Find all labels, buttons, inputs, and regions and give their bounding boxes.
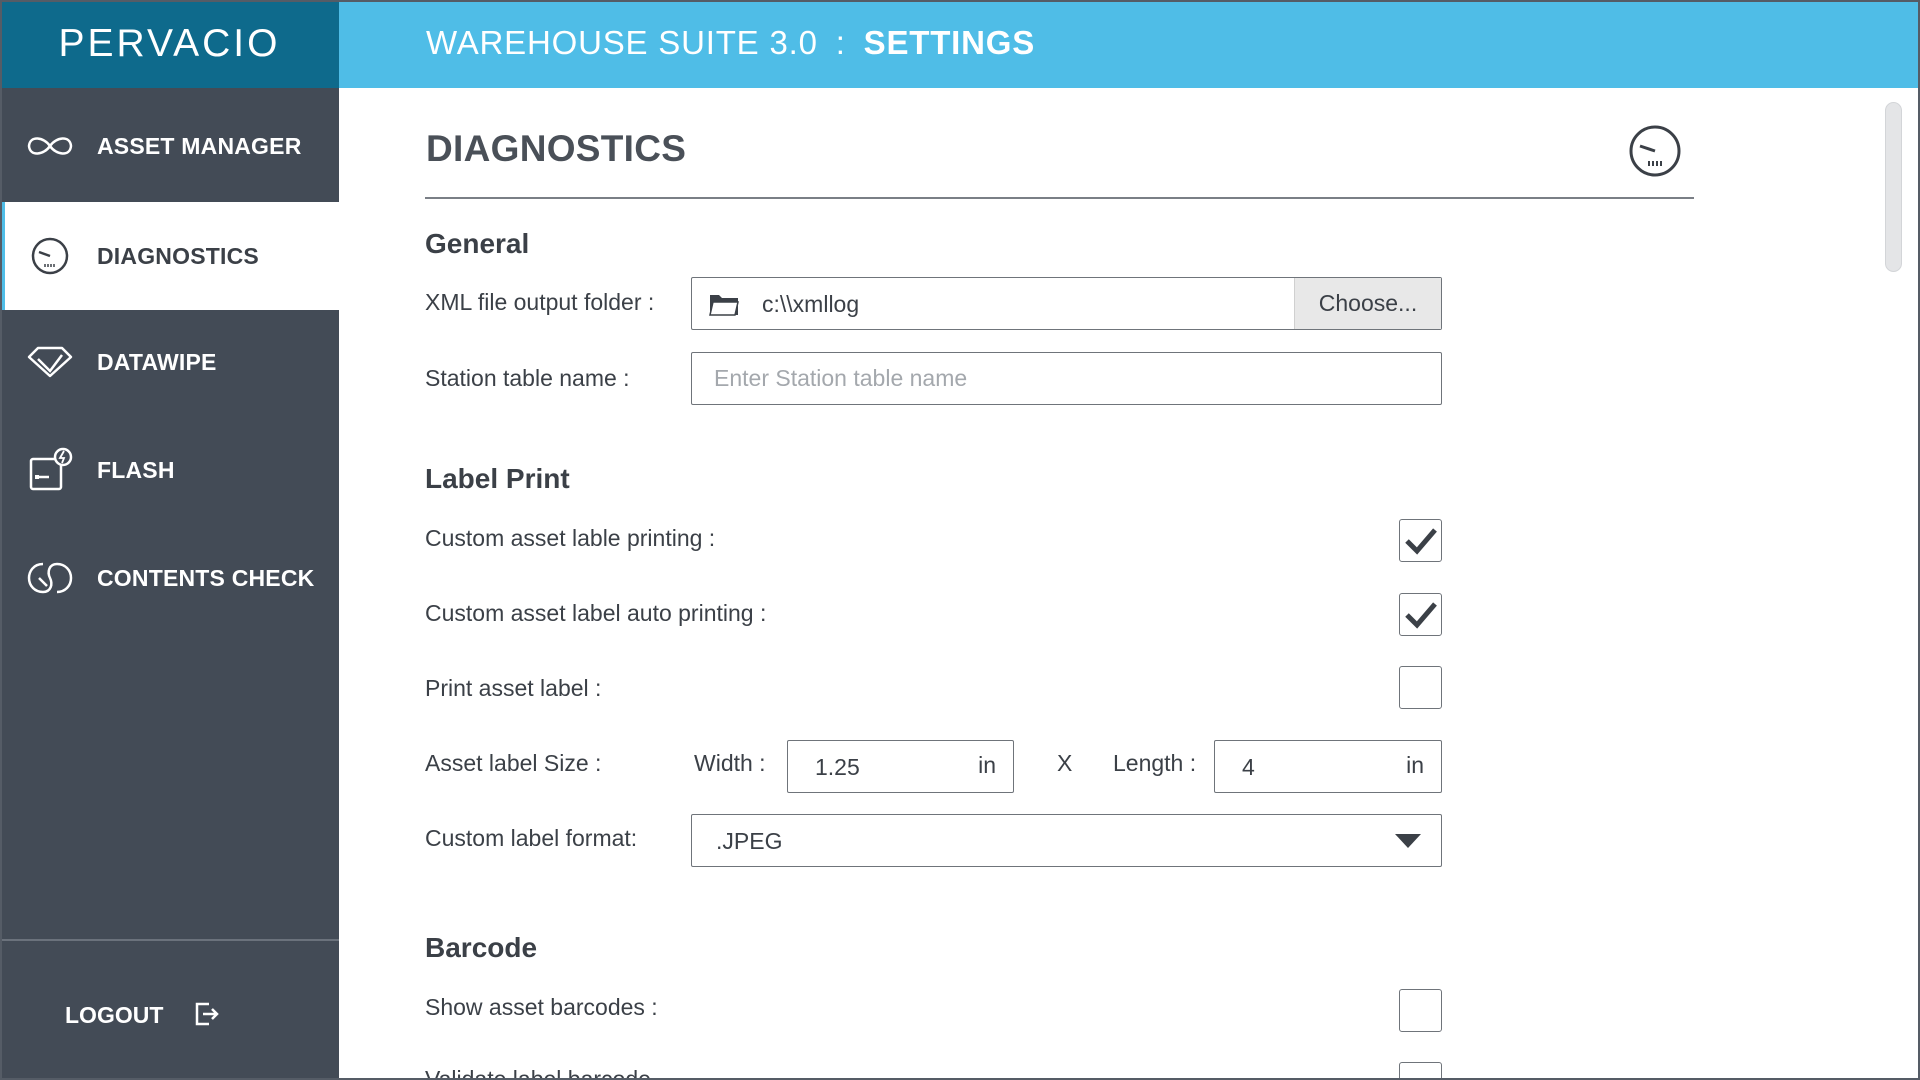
print-asset-checkbox[interactable] <box>1399 666 1442 709</box>
header-section: SETTINGS <box>863 24 1036 61</box>
show-barcodes-label: Show asset barcodes : <box>425 994 658 1020</box>
sidebar-item-label: FLASH <box>97 456 175 483</box>
section-general-heading: General <box>425 228 530 259</box>
asset-label-size-label: Asset label Size : <box>425 750 602 776</box>
sidebar-divider <box>0 939 339 941</box>
sidebar-item-flash[interactable]: FLASH <box>0 416 339 524</box>
sidebar-item-label: CONTENTS CHECK <box>97 564 315 591</box>
xml-folder-field[interactable]: c:\\xmllog Choose... <box>691 277 1442 330</box>
sidebar-item-contents-check[interactable]: CONTENTS CHECK <box>0 524 339 632</box>
xml-folder-value: c:\\xmllog <box>762 291 860 317</box>
vertical-scrollbar[interactable] <box>1885 102 1902 272</box>
header-title: WAREHOUSE SUITE 3.0 : SETTINGS <box>426 24 1035 62</box>
show-barcodes-checkbox[interactable] <box>1399 989 1442 1032</box>
width-field[interactable]: 1.25 in <box>787 740 1014 793</box>
auto-printing-checkbox[interactable] <box>1399 593 1442 636</box>
header-separator: : <box>835 24 846 61</box>
logout-button[interactable]: LOGOUT <box>0 985 339 1045</box>
sidebar: PERVACIO ASSET MANAGER DIAGNOSTICS DATAW… <box>0 0 339 1080</box>
length-unit: in <box>1406 752 1424 778</box>
dropdown-arrow-icon <box>1395 834 1421 853</box>
title-divider <box>425 197 1694 199</box>
sidebar-item-label: DIAGNOSTICS <box>97 242 259 269</box>
length-label: Length : <box>1113 750 1197 776</box>
length-field[interactable]: 4 in <box>1214 740 1442 793</box>
sidebar-item-diagnostics[interactable]: DIAGNOSTICS <box>0 202 339 310</box>
validate-barcode-label: Validate label barcode <box>425 1066 651 1080</box>
gauge-icon <box>1628 124 1682 178</box>
logo: PERVACIO <box>0 0 339 88</box>
settings-panel: DIAGNOSTICS General XML file output fold… <box>339 88 1920 1080</box>
app-window: PERVACIO ASSET MANAGER DIAGNOSTICS DATAW… <box>0 0 1920 1080</box>
contents-check-icon <box>24 556 76 600</box>
sidebar-item-asset-manager[interactable]: ASSET MANAGER <box>0 92 339 200</box>
eraser-icon <box>24 340 76 384</box>
auto-printing-label: Custom asset label auto printing : <box>425 600 767 626</box>
page-title: DIAGNOSTICS <box>426 128 687 169</box>
infinity-icon <box>24 124 76 168</box>
width-value: 1.25 <box>815 754 860 780</box>
label-format-select[interactable]: .JPEG <box>691 814 1442 867</box>
label-format-label: Custom label format: <box>425 825 638 851</box>
station-table-field <box>691 352 1442 405</box>
times-symbol: X <box>1057 750 1073 776</box>
sidebar-item-label: ASSET MANAGER <box>97 132 302 159</box>
validate-barcode-checkbox[interactable] <box>1399 1062 1442 1080</box>
gauge-icon <box>24 234 76 278</box>
sidebar-item-label: DATAWIPE <box>97 348 217 375</box>
section-label-print-heading: Label Print <box>425 463 570 494</box>
checkmark-icon <box>1405 528 1437 555</box>
length-value: 4 <box>1242 754 1255 780</box>
custom-printing-label: Custom asset lable printing : <box>425 525 716 551</box>
station-table-input[interactable] <box>692 353 1441 404</box>
checkmark-icon <box>1405 602 1437 629</box>
logout-label: LOGOUT <box>65 1001 164 1028</box>
logout-icon <box>193 1000 221 1028</box>
choose-folder-button[interactable]: Choose... <box>1294 278 1441 329</box>
folder-icon <box>709 292 739 316</box>
print-asset-label: Print asset label : <box>425 675 602 701</box>
width-unit: in <box>978 752 996 778</box>
width-label: Width : <box>694 750 766 776</box>
sidebar-item-datawipe[interactable]: DATAWIPE <box>0 308 339 416</box>
section-barcode-heading: Barcode <box>425 932 538 963</box>
xml-folder-label: XML file output folder : <box>425 289 655 315</box>
station-table-label: Station table name : <box>425 365 630 391</box>
label-format-value: .JPEG <box>716 828 783 854</box>
app-name: WAREHOUSE SUITE 3.0 <box>426 24 818 61</box>
header-bar: WAREHOUSE SUITE 3.0 : SETTINGS <box>339 0 1920 88</box>
custom-printing-checkbox[interactable] <box>1399 519 1442 562</box>
logo-text: PERVACIO <box>58 22 281 65</box>
flash-icon <box>24 447 76 492</box>
